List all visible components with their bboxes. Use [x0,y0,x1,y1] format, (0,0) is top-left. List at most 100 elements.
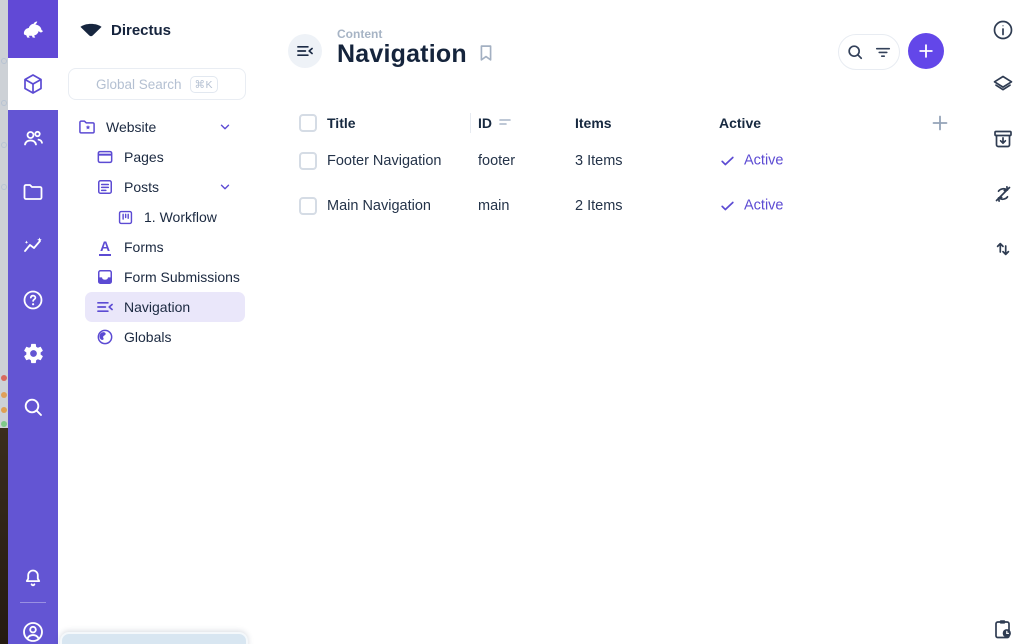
notifications-button[interactable] [21,566,45,590]
collections-tree: Website Pages [58,112,262,352]
sidebar-item-label: Globals [124,329,171,345]
items-table: Title ID Items Active Footer [262,108,962,228]
sidebar-item-website[interactable]: Website [58,112,262,142]
title-icon: A [95,237,115,257]
notifications-bell-icon [21,566,45,590]
module-search[interactable] [21,395,45,419]
row-checkbox[interactable] [299,152,317,170]
sidebar-item-workflow[interactable]: 1. Workflow [58,202,262,232]
global-search-placeholder: Global Search [96,77,182,92]
globe-icon [95,327,115,347]
module-content[interactable] [8,58,58,110]
column-header-id[interactable]: ID [478,115,492,131]
add-column-icon[interactable] [928,111,952,135]
module-bar [8,0,58,644]
module-bar-divider [20,602,46,603]
cell-items: 3 Items [575,153,623,169]
users-icon [21,126,45,150]
insights-icon [21,234,45,258]
sidebar-item-form-submissions[interactable]: Form Submissions [58,262,262,292]
account-circle-icon [20,619,46,644]
row-checkbox[interactable] [299,197,317,215]
cell-title: Main Navigation [327,198,431,214]
layers-icon[interactable] [991,72,1015,96]
module-insights[interactable] [21,234,45,258]
rabbit-logo-icon [18,14,48,44]
content-cube-icon [21,72,45,96]
table-row[interactable]: Footer Navigation footer 3 Items Active [262,138,962,183]
cell-id: main [478,198,509,214]
search-filter-pill [838,34,900,70]
settings-gear-icon [22,342,45,365]
status-badge: Active [744,153,784,169]
sidebar-item-posts[interactable]: Posts [58,172,262,202]
project-header[interactable]: Directus [58,16,171,44]
bottom-toast-peek[interactable] [60,632,248,644]
table-row[interactable]: Main Navigation main 2 Items Active [262,183,962,228]
sidebar-item-label: Website [106,119,156,135]
sidebar-item-pages[interactable]: Pages [58,142,262,172]
module-help[interactable] [21,288,45,312]
check-icon [719,152,736,169]
search-icon [21,395,45,419]
global-search-input[interactable]: Global Search ⌘K [68,68,246,100]
sidebar-item-label: Form Submissions [124,269,240,285]
cell-title: Footer Navigation [327,153,441,169]
menu-open-icon [295,41,315,61]
desktop-edge-strip [0,0,8,644]
main-content: Content Navigation [262,0,962,644]
info-icon[interactable] [991,18,1015,42]
table-header-row: Title ID Items Active [262,108,962,138]
chevron-down-icon[interactable] [218,120,232,134]
folder-star-icon [77,117,97,137]
directus-logo-button[interactable] [8,0,58,58]
sidebar-item-label: 1. Workflow [144,209,217,225]
user-menu-button[interactable] [21,620,45,644]
status-badge: Active [744,198,784,214]
pending-actions-icon[interactable] [991,617,1015,641]
module-users[interactable] [21,126,45,150]
global-search-shortcut: ⌘K [190,76,219,93]
column-divider [470,113,471,133]
sidebar-item-label: Navigation [124,299,190,315]
create-item-button[interactable] [908,33,944,69]
check-icon [719,197,736,214]
cell-id: footer [478,153,515,169]
sidebar-item-label: Forms [124,239,164,255]
column-header-title[interactable]: Title [327,115,356,131]
sidebar-item-forms[interactable]: A Forms [58,232,262,262]
sort-indicator-icon[interactable] [499,117,511,127]
filter-icon[interactable] [873,42,893,62]
search-icon[interactable] [845,42,865,62]
sidebar-item-globals[interactable]: Globals [58,322,262,352]
cell-items: 2 Items [575,198,623,214]
chevron-down-icon[interactable] [218,180,232,194]
sync-disabled-icon[interactable] [991,182,1015,206]
bookmark-icon[interactable] [475,42,497,64]
directus-app-window: Directus Global Search ⌘K Website [0,0,1028,644]
menu-open-icon [95,297,115,317]
help-icon [21,288,45,312]
sidebar-item-label: Posts [124,179,159,195]
page-icon-button[interactable] [288,34,322,68]
module-files[interactable] [21,180,45,204]
page-title: Navigation [337,40,467,69]
swap-vert-icon[interactable] [991,237,1015,261]
column-header-active[interactable]: Active [719,115,761,131]
project-name: Directus [111,22,171,39]
module-settings[interactable] [21,341,45,365]
project-logo-icon [78,19,104,41]
article-icon [95,177,115,197]
cell-active: Active [719,152,784,169]
breadcrumb[interactable]: Content [337,27,382,41]
select-all-checkbox[interactable] [299,114,317,132]
inbox-icon [95,267,115,287]
navigation-sidebar: Directus Global Search ⌘K Website [58,0,262,644]
plus-icon [916,41,936,61]
cell-active: Active [719,197,784,214]
archive-download-icon[interactable] [991,127,1015,151]
column-header-items[interactable]: Items [575,115,612,131]
sidebar-item-navigation[interactable]: Navigation [85,292,245,322]
pages-icon [95,147,115,167]
kanban-icon [115,207,135,227]
